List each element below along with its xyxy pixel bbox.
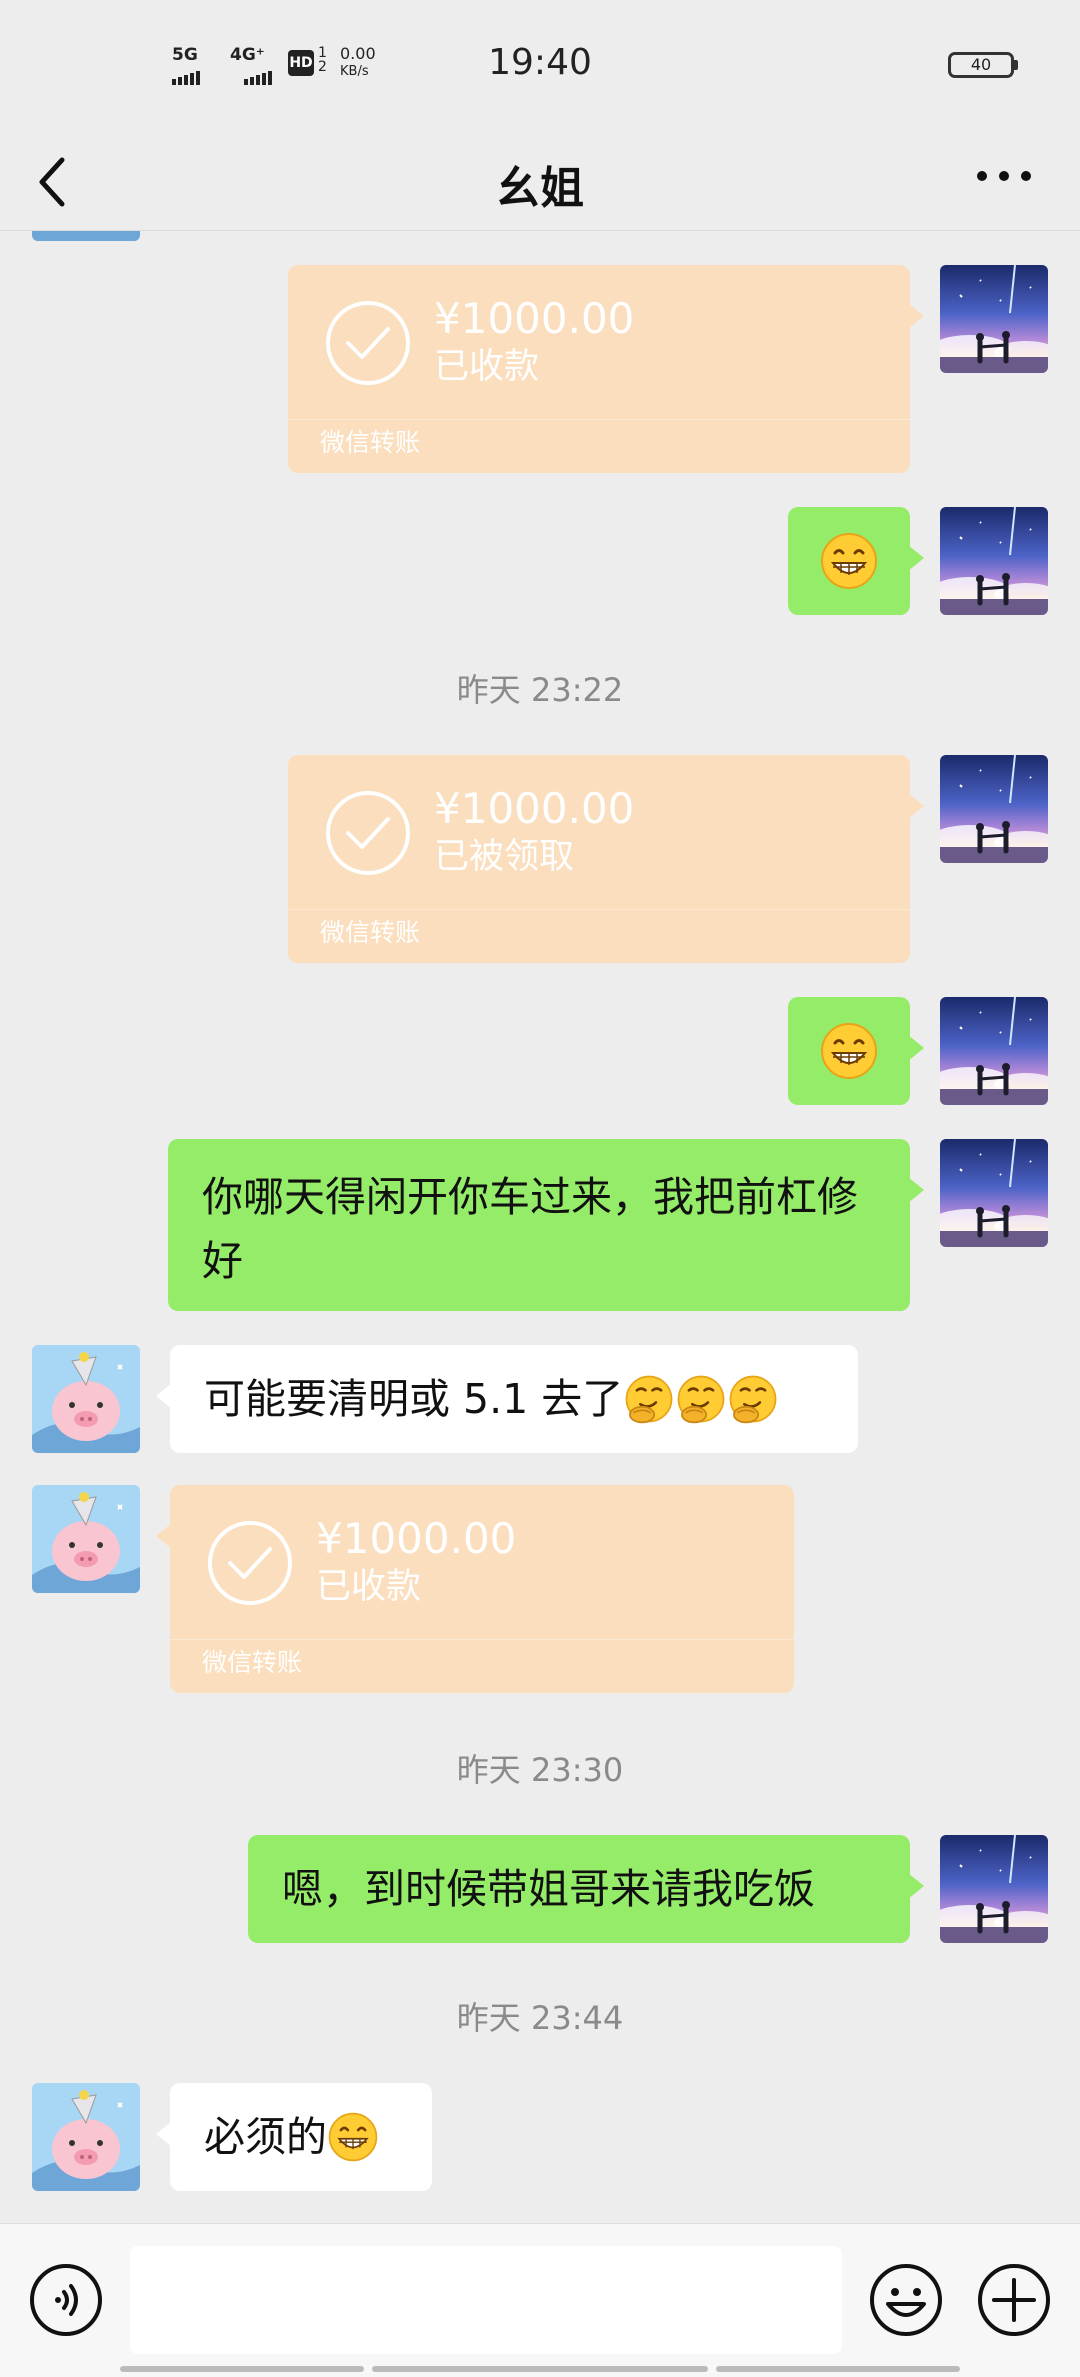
thinking-emoji-icon (623, 1373, 675, 1425)
message-bubble-emoji[interactable] (788, 507, 924, 615)
transfer-card[interactable]: ¥1000.00 已收款 微信转账 (156, 1485, 794, 1693)
grin-emoji-icon (819, 1021, 879, 1081)
thinking-emoji-icon (675, 1373, 727, 1425)
grin-emoji-icon (327, 2111, 379, 2163)
contact-avatar[interactable] (32, 1485, 140, 1593)
more-dots-icon[interactable] (970, 140, 1040, 220)
message-timestamp: 昨天 23:44 (456, 1999, 624, 2037)
battery-tip (1014, 60, 1018, 70)
message-timestamp: 昨天 23:22 (456, 671, 624, 709)
check-circle-icon (324, 299, 412, 387)
input-bar (0, 2223, 1080, 2377)
transfer-amount: ¥1000.00 (316, 1514, 517, 1563)
message-text: 必须的 (204, 2113, 327, 2161)
divider (288, 909, 910, 910)
my-avatar[interactable] (940, 997, 1048, 1105)
check-circle-icon (324, 789, 412, 877)
transfer-label: 微信转账 (320, 918, 421, 947)
transfer-card[interactable]: ¥1000.00 已收款 微信转账 (288, 265, 924, 473)
message-text: 可能要清明或 5.1 去了 (204, 1375, 624, 1423)
check-circle-icon (206, 1519, 294, 1607)
message-bubble-received[interactable]: 可能要清明或 5.1 去了 (156, 1345, 858, 1453)
transfer-status: 已收款 (434, 347, 540, 387)
thinking-emoji-icon (727, 1373, 779, 1425)
message-bubble-received[interactable]: 必须的 (156, 2083, 432, 2191)
divider (288, 419, 910, 420)
voice-icon[interactable] (28, 2262, 104, 2338)
nav-bar: 幺姐 (0, 130, 1080, 231)
transfer-card[interactable]: ¥1000.00 已被领取 微信转账 (288, 755, 924, 963)
emoji-icon[interactable] (868, 2262, 944, 2338)
my-avatar[interactable] (940, 755, 1048, 863)
message-bubble-emoji[interactable] (788, 997, 924, 1105)
transfer-amount: ¥1000.00 (434, 784, 635, 833)
grin-emoji-icon (819, 531, 879, 591)
gesture-bar (372, 2366, 708, 2372)
my-avatar[interactable] (940, 265, 1048, 373)
plus-icon[interactable] (976, 2262, 1052, 2338)
message-bubble-sent[interactable]: 你哪天得闲开你车过来，我把前杠修好 (168, 1139, 924, 1311)
my-avatar[interactable] (940, 1835, 1048, 1943)
transfer-status: 已收款 (316, 1567, 422, 1607)
gesture-bar (716, 2366, 960, 2372)
transfer-label: 微信转账 (320, 428, 421, 457)
chat-title: 幺姐 (496, 163, 584, 214)
my-avatar[interactable] (940, 507, 1048, 615)
transfer-amount: ¥1000.00 (434, 294, 635, 343)
my-avatar[interactable] (940, 1139, 1048, 1247)
divider (170, 1639, 794, 1640)
message-input[interactable] (130, 2246, 842, 2354)
contact-avatar[interactable] (32, 231, 140, 241)
contact-avatar[interactable] (32, 2083, 140, 2191)
transfer-label: 微信转账 (202, 1648, 303, 1677)
message-bubble-sent[interactable]: 嗯，到时候带姐哥来请我吃饭 (248, 1835, 924, 1943)
chat-area[interactable]: ¥1000.00 已收款 微信转账 昨天 23:22 ¥1000.00 已被领取… (0, 231, 1080, 2223)
transfer-status: 已被领取 (434, 837, 575, 877)
status-time: 19:40 (488, 42, 592, 83)
contact-avatar[interactable] (32, 1345, 140, 1453)
battery-icon: 40 (948, 52, 1014, 78)
message-timestamp: 昨天 23:30 (456, 1751, 624, 1789)
gesture-bar (120, 2366, 364, 2372)
status-bar: 5G 4G⁺ HD 1 2 0.00 KB/s 19:40 40 (0, 0, 1080, 130)
